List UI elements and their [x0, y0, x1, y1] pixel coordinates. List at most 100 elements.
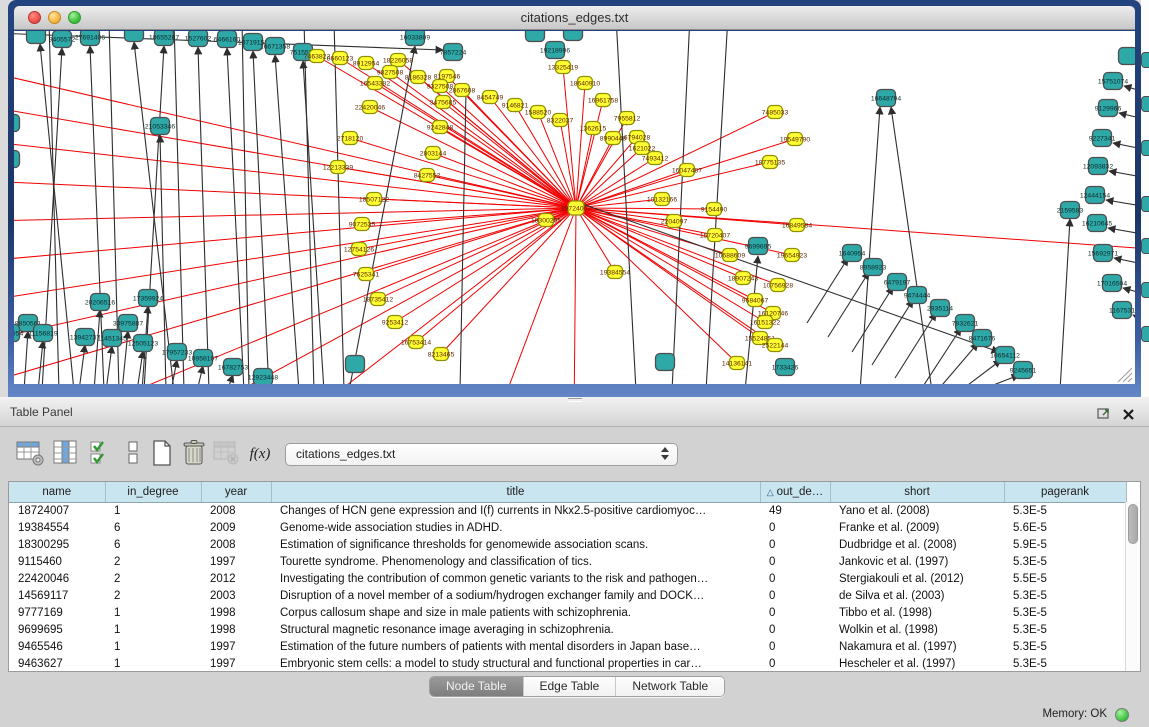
- graph-node[interactable]: 9405572: [49, 31, 76, 48]
- graph-node[interactable]: 15720407: [700, 229, 730, 242]
- table-cell[interactable]: 5.3E-5: [1004, 638, 1126, 655]
- graph-node[interactable]: 2159583: [1057, 202, 1084, 219]
- table-cell[interactable]: Embryonic stem cells: a model to study s…: [271, 655, 760, 672]
- graph-node[interactable]: 16961758: [588, 94, 618, 107]
- graph-node[interactable]: 19384554: [600, 266, 630, 279]
- graph-node[interactable]: 17016504: [1097, 275, 1127, 292]
- table-cell[interactable]: Tourette syndrome. Phenomenology and cla…: [271, 553, 760, 570]
- graph-node[interactable]: 12505123: [128, 335, 158, 352]
- graph-node[interactable]: 16047487: [672, 164, 702, 177]
- table-row[interactable]: 1830029562008Estimation of significance …: [9, 536, 1126, 553]
- graph-node[interactable]: 2803144: [420, 147, 447, 160]
- table-cell[interactable]: 0: [760, 655, 830, 672]
- table-cell[interactable]: Nakamura et al. (1997): [830, 638, 1004, 655]
- graph-node[interactable]: 22420046: [355, 101, 385, 114]
- tab-node-table[interactable]: Node Table: [430, 677, 523, 696]
- table-cell[interactable]: 18724007: [9, 502, 105, 519]
- create-column-button[interactable]: [146, 439, 178, 469]
- table-row[interactable]: 2242004622012Investigating the contribut…: [9, 570, 1126, 587]
- graph-node[interactable]: 9129966: [1095, 100, 1122, 117]
- table-cell[interactable]: Corpus callosum shape and size in male p…: [271, 604, 760, 621]
- table-scrollbar[interactable]: [1125, 502, 1140, 671]
- graph-node[interactable]: 16849584: [782, 219, 812, 232]
- table-cell[interactable]: 2012: [201, 570, 271, 587]
- column-header[interactable]: pagerank: [1004, 482, 1126, 502]
- graph-node[interactable]: 16210645: [1082, 215, 1112, 232]
- show-columns-button[interactable]: [50, 439, 82, 469]
- network-window-titlebar[interactable]: citations_edges.txt: [14, 6, 1135, 30]
- graph-node[interactable]: 16753414: [401, 336, 431, 349]
- table-cell[interactable]: 9463627: [9, 655, 105, 672]
- column-header[interactable]: name: [9, 482, 105, 502]
- graph-node[interactable]: 2935114: [927, 300, 953, 317]
- table-row[interactable]: 969969511998Structural magnetic resonanc…: [9, 621, 1126, 638]
- graph-node[interactable]: 7955812: [614, 112, 641, 125]
- graph-node[interactable]: 10654112: [990, 347, 1020, 364]
- network-view-canvas[interactable]: 9405572276914061065528715276026466160107…: [14, 31, 1135, 384]
- graph-node[interactable]: 9227341: [1089, 130, 1116, 147]
- table-cell[interactable]: 1997: [201, 553, 271, 570]
- table-cell[interactable]: 0: [760, 536, 830, 553]
- graph-node[interactable]: 18226058: [383, 54, 413, 67]
- table-cell[interactable]: Disruption of a novel member of a sodium…: [271, 587, 760, 604]
- table-cell[interactable]: 1: [105, 604, 201, 621]
- graph-node[interactable]: 15751074: [1098, 73, 1128, 90]
- table-cell[interactable]: 1998: [201, 621, 271, 638]
- tab-network-table[interactable]: Network Table: [615, 677, 724, 696]
- table-cell[interactable]: 2: [105, 553, 201, 570]
- table-cell[interactable]: Stergiakouli et al. (2012): [830, 570, 1004, 587]
- graph-node[interactable]: 10958107: [188, 350, 218, 367]
- graph-node[interactable]: 9474444: [904, 287, 931, 304]
- delete-column-button[interactable]: [178, 439, 210, 469]
- table-cell[interactable]: Dudbridge et al. (2008): [830, 536, 1004, 553]
- table-cell[interactable]: 14569117: [9, 587, 105, 604]
- table-cell[interactable]: de Silva et al. (2003): [830, 587, 1004, 604]
- table-cell[interactable]: 5.3E-5: [1004, 553, 1126, 570]
- graph-node[interactable]: 8454749: [477, 91, 504, 104]
- table-cell[interactable]: 1998: [201, 604, 271, 621]
- table-cell[interactable]: 5.9E-5: [1004, 536, 1126, 553]
- graph-node[interactable]: 8471676: [969, 330, 996, 347]
- table-cell[interactable]: Franke et al. (2009): [830, 519, 1004, 536]
- graph-node[interactable]: 6466160: [214, 31, 241, 48]
- table-cell[interactable]: Tibbo et al. (1998): [830, 604, 1004, 621]
- column-header[interactable]: short: [830, 482, 1004, 502]
- graph-node[interactable]: [656, 354, 675, 371]
- graph-node[interactable]: [564, 31, 583, 41]
- table-cell[interactable]: 9699695: [9, 621, 105, 638]
- graph-node[interactable]: 16782753: [218, 359, 248, 376]
- graph-node[interactable]: 9827508: [377, 66, 404, 79]
- table-cell[interactable]: 22420046: [9, 570, 105, 587]
- graph-node[interactable]: [14, 115, 20, 132]
- column-header[interactable]: in_degree: [105, 482, 201, 502]
- graph-node[interactable]: 10688609: [715, 249, 745, 262]
- table-cell[interactable]: Yano et al. (2008): [830, 502, 1004, 519]
- column-header[interactable]: △out_de…: [760, 482, 830, 502]
- table-cell[interactable]: 2009: [201, 519, 271, 536]
- table-cell[interactable]: 5.6E-5: [1004, 519, 1126, 536]
- table-cell[interactable]: 49: [760, 502, 830, 519]
- row-height-button[interactable]: [117, 439, 149, 469]
- window-resize-grip[interactable]: [1118, 368, 1132, 382]
- table-cell[interactable]: 0: [760, 519, 830, 536]
- scrollbar-thumb[interactable]: [1128, 504, 1138, 544]
- panel-resize-grip[interactable]: [568, 398, 582, 402]
- table-cell[interactable]: 1997: [201, 655, 271, 672]
- graph-node[interactable]: 16648794: [871, 90, 901, 107]
- table-cell[interactable]: 0: [760, 621, 830, 638]
- table-cell[interactable]: 9465546: [9, 638, 105, 655]
- graph-node[interactable]: 9154490: [701, 203, 728, 216]
- graph-node[interactable]: 12754126: [344, 243, 374, 256]
- graph-node[interactable]: 1733426: [772, 359, 799, 376]
- graph-node[interactable]: 9253412: [382, 316, 409, 329]
- graph-node[interactable]: [125, 31, 144, 42]
- table-selector-dropdown[interactable]: citations_edges.txt: [285, 443, 678, 466]
- graph-node[interactable]: [27, 31, 46, 44]
- graph-node[interactable]: [14, 151, 20, 168]
- table-cell[interactable]: 5.3E-5: [1004, 587, 1126, 604]
- graph-node[interactable]: 21053346: [145, 118, 175, 135]
- graph-node[interactable]: 16033809: [400, 31, 430, 46]
- table-cell[interactable]: 6: [105, 536, 201, 553]
- graph-node[interactable]: 12093832: [1083, 158, 1113, 175]
- table-cell[interactable]: 5.5E-5: [1004, 570, 1126, 587]
